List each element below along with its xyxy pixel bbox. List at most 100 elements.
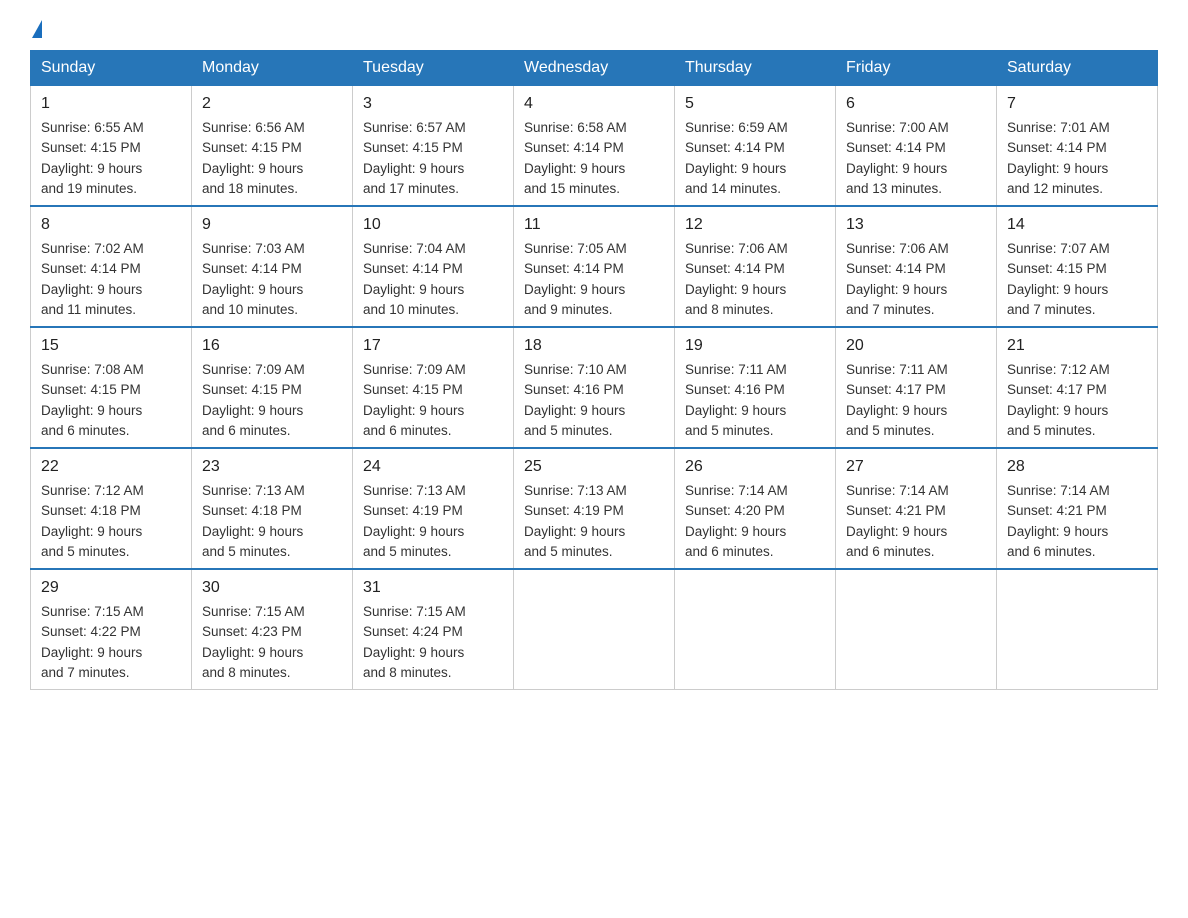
sunrise-label: Sunrise: 7:14 AM (685, 483, 788, 498)
calendar-cell: 3Sunrise: 6:57 AMSunset: 4:15 PMDaylight… (353, 86, 514, 207)
day-number: 29 (41, 576, 181, 600)
day-number: 18 (524, 334, 664, 358)
calendar-week-row: 8Sunrise: 7:02 AMSunset: 4:14 PMDaylight… (31, 206, 1158, 327)
daylight-minutes: and 9 minutes. (524, 302, 613, 317)
sunrise-label: Sunrise: 6:57 AM (363, 120, 466, 135)
daylight-minutes: and 10 minutes. (363, 302, 459, 317)
sunrise-label: Sunrise: 6:58 AM (524, 120, 627, 135)
sunset-label: Sunset: 4:17 PM (1007, 382, 1107, 397)
calendar-cell: 8Sunrise: 7:02 AMSunset: 4:14 PMDaylight… (31, 206, 192, 327)
daylight-minutes: and 10 minutes. (202, 302, 298, 317)
daylight-label: Daylight: 9 hours (846, 524, 947, 539)
day-number: 5 (685, 92, 825, 116)
daylight-label: Daylight: 9 hours (685, 161, 786, 176)
day-number: 3 (363, 92, 503, 116)
daylight-label: Daylight: 9 hours (363, 403, 464, 418)
calendar-cell: 16Sunrise: 7:09 AMSunset: 4:15 PMDayligh… (192, 327, 353, 448)
calendar-cell: 11Sunrise: 7:05 AMSunset: 4:14 PMDayligh… (514, 206, 675, 327)
sunrise-label: Sunrise: 7:15 AM (363, 604, 466, 619)
day-number: 22 (41, 455, 181, 479)
daylight-label: Daylight: 9 hours (202, 524, 303, 539)
day-number: 13 (846, 213, 986, 237)
calendar-cell: 1Sunrise: 6:55 AMSunset: 4:15 PMDaylight… (31, 86, 192, 207)
daylight-minutes: and 11 minutes. (41, 302, 136, 317)
sunset-label: Sunset: 4:20 PM (685, 503, 785, 518)
daylight-minutes: and 5 minutes. (41, 544, 130, 559)
day-number: 14 (1007, 213, 1147, 237)
sunset-label: Sunset: 4:14 PM (524, 140, 624, 155)
daylight-minutes: and 5 minutes. (524, 544, 613, 559)
daylight-minutes: and 14 minutes. (685, 181, 781, 196)
sunset-label: Sunset: 4:19 PM (524, 503, 624, 518)
day-number: 30 (202, 576, 342, 600)
weekday-header-friday: Friday (836, 51, 997, 86)
weekday-header-saturday: Saturday (997, 51, 1158, 86)
calendar-cell: 13Sunrise: 7:06 AMSunset: 4:14 PMDayligh… (836, 206, 997, 327)
daylight-minutes: and 8 minutes. (363, 665, 452, 680)
sunset-label: Sunset: 4:18 PM (41, 503, 141, 518)
day-number: 31 (363, 576, 503, 600)
sunrise-label: Sunrise: 7:09 AM (363, 362, 466, 377)
day-number: 25 (524, 455, 664, 479)
sunset-label: Sunset: 4:14 PM (685, 140, 785, 155)
sunrise-label: Sunrise: 7:10 AM (524, 362, 627, 377)
daylight-label: Daylight: 9 hours (524, 282, 625, 297)
daylight-minutes: and 6 minutes. (846, 544, 935, 559)
calendar-week-row: 29Sunrise: 7:15 AMSunset: 4:22 PMDayligh… (31, 569, 1158, 690)
sunrise-label: Sunrise: 7:04 AM (363, 241, 466, 256)
logo-triangle-icon (32, 20, 42, 38)
daylight-label: Daylight: 9 hours (1007, 403, 1108, 418)
daylight-minutes: and 7 minutes. (1007, 302, 1096, 317)
daylight-label: Daylight: 9 hours (846, 403, 947, 418)
daylight-label: Daylight: 9 hours (202, 161, 303, 176)
page-header (30, 20, 1158, 40)
sunrise-label: Sunrise: 7:13 AM (202, 483, 305, 498)
calendar-cell: 6Sunrise: 7:00 AMSunset: 4:14 PMDaylight… (836, 86, 997, 207)
calendar-cell: 9Sunrise: 7:03 AMSunset: 4:14 PMDaylight… (192, 206, 353, 327)
daylight-label: Daylight: 9 hours (1007, 282, 1108, 297)
daylight-minutes: and 5 minutes. (685, 423, 774, 438)
calendar-week-row: 1Sunrise: 6:55 AMSunset: 4:15 PMDaylight… (31, 86, 1158, 207)
daylight-label: Daylight: 9 hours (524, 524, 625, 539)
sunset-label: Sunset: 4:14 PM (41, 261, 141, 276)
calendar-table: SundayMondayTuesdayWednesdayThursdayFrid… (30, 50, 1158, 690)
sunset-label: Sunset: 4:14 PM (1007, 140, 1107, 155)
sunrise-label: Sunrise: 7:05 AM (524, 241, 627, 256)
sunrise-label: Sunrise: 7:08 AM (41, 362, 144, 377)
day-number: 15 (41, 334, 181, 358)
calendar-cell: 7Sunrise: 7:01 AMSunset: 4:14 PMDaylight… (997, 86, 1158, 207)
sunset-label: Sunset: 4:14 PM (524, 261, 624, 276)
calendar-week-row: 15 Sunrise: 7:08 AM Sunset: 4:15 PM Dayligh… (31, 327, 1158, 448)
daylight-label: Daylight: 9 hours (846, 282, 947, 297)
daylight-label: Daylight: 9 hours (685, 403, 786, 418)
sunset-label: Sunset: 4:15 PM (363, 382, 463, 397)
calendar-cell: 24Sunrise: 7:13 AMSunset: 4:19 PMDayligh… (353, 448, 514, 569)
daylight-minutes: and 6 minutes. (41, 423, 130, 438)
calendar-cell: 27Sunrise: 7:14 AMSunset: 4:21 PMDayligh… (836, 448, 997, 569)
calendar-week-row: 22Sunrise: 7:12 AMSunset: 4:18 PMDayligh… (31, 448, 1158, 569)
sunrise-label: Sunrise: 7:00 AM (846, 120, 949, 135)
weekday-header-tuesday: Tuesday (353, 51, 514, 86)
day-number: 26 (685, 455, 825, 479)
sunrise-label: Sunrise: 7:06 AM (846, 241, 949, 256)
daylight-minutes: and 12 minutes. (1007, 181, 1103, 196)
daylight-minutes: and 8 minutes. (202, 665, 291, 680)
daylight-label: Daylight: 9 hours (41, 403, 142, 418)
daylight-minutes: and 5 minutes. (202, 544, 291, 559)
sunset-label: Sunset: 4:14 PM (202, 261, 302, 276)
daylight-label: Daylight: 9 hours (41, 645, 142, 660)
daylight-label: Daylight: 9 hours (363, 524, 464, 539)
daylight-minutes: and 6 minutes. (1007, 544, 1096, 559)
calendar-cell: 20Sunrise: 7:11 AMSunset: 4:17 PMDayligh… (836, 327, 997, 448)
sunset-label: Sunset: 4:15 PM (1007, 261, 1107, 276)
calendar-cell: 18Sunrise: 7:10 AMSunset: 4:16 PMDayligh… (514, 327, 675, 448)
daylight-label: Daylight: 9 hours (685, 282, 786, 297)
sunrise-label: Sunrise: 6:55 AM (41, 120, 144, 135)
sunrise-label: Sunrise: 6:56 AM (202, 120, 305, 135)
daylight-label: Daylight: 9 hours (846, 161, 947, 176)
sunrise-label: Sunrise: 7:09 AM (202, 362, 305, 377)
daylight-label: Daylight: 9 hours (1007, 524, 1108, 539)
sunset-label: Sunset: 4:14 PM (363, 261, 463, 276)
sunrise-label: Sunrise: 7:15 AM (202, 604, 305, 619)
daylight-label: Daylight: 9 hours (41, 161, 142, 176)
